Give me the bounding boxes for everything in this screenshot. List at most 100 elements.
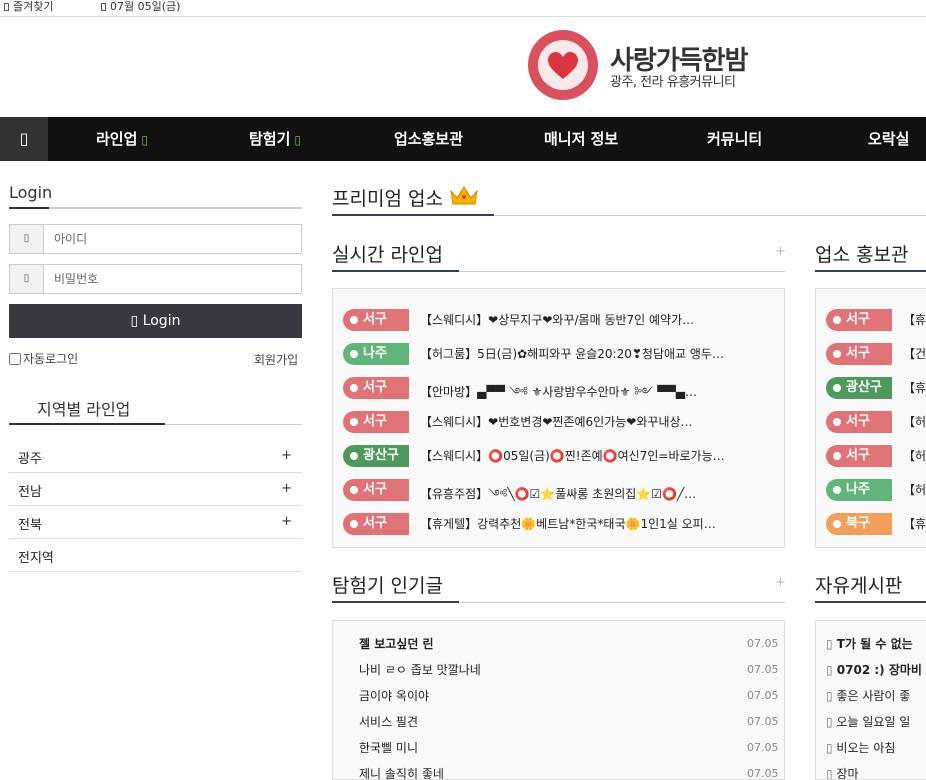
region-badge: 서구 [826,411,892,433]
join-link[interactable]: 회원가입 [254,351,298,368]
lineup-row[interactable]: 서구 【유흥주점】༺╲⭕☑⭐풀싸롱 초원의집⭐☑⭕╱… [343,479,763,501]
region-badge: 서구 [826,343,892,365]
expand-icon[interactable]: + [281,448,292,463]
nav-label: 업소홍보관 [394,130,464,148]
auto-login[interactable]: 자동로그인 [9,350,78,367]
lineup-row-text: 【휴게텔】강력추천🌼베트남*한국*태국🌼1인1실 오피… [420,517,716,531]
promo-row[interactable]: 서구 【휴게텔】 [826,309,926,331]
promo-row-text: 【허그룸】 [903,483,926,497]
top-bar: 즐겨찾기 07월 05일(금) [0,0,926,17]
lineup-list: 서구 【스웨디시】❤상무지구❤와꾸/몸매 동반7인 예약가… 나주 【허그룸】5日(금… [332,288,785,548]
id-field: ▯ [9,224,302,254]
user-icon: ▯ [10,225,44,253]
nav-label: 탐험기 [249,130,291,148]
lineup-row[interactable]: 나주 【허그룸】5日(금)✿해피와꾸 윤슬20:20❣청담애교 앵두… [343,343,763,365]
freeboard-post[interactable]: ▯ 0702 :) 장마비 [826,661,922,678]
nav-label: 커뮤니티 [707,130,763,148]
region-item-gwangju[interactable]: 광주 + [9,440,302,473]
lineup-row-text: 【유흥주점】༺╲⭕☑⭐풀싸롱 초원의집⭐☑⭕╱… [420,487,697,501]
region-badge: 서구 [343,309,409,331]
region-title: 지역별 라인업 [37,400,131,419]
divider [815,601,926,603]
freeboard-post[interactable]: ▯ 좋은 사람이 좋 [826,687,910,704]
popular-post-title[interactable]: 서비스 필견 [359,713,418,730]
nav-item-arcade[interactable]: 오락실 [868,117,909,161]
region-badge: 북구 [826,513,892,535]
popular-post-title[interactable]: 금이야 옥이야 [359,687,429,704]
freeboard-post[interactable]: ▯ 장마 [826,765,859,780]
popular-post-date: 07.05 [747,715,779,728]
popular-title: 탐험기 인기글 [332,575,443,597]
password-field: ▯ [9,264,302,294]
home-icon[interactable]: ▯ [0,117,48,161]
lineup-row[interactable]: 서구 【안마방】▄▀▀ ༺ ⚜사랑밤우수안마⚜ ༻ ▀▀▄… [343,377,763,399]
today-date: 07월 05일(금) [101,0,180,13]
lineup-row-text: 【안마방】▄▀▀ ༺ ⚜사랑밤우수안마⚜ ༻ ▀▀▄… [420,385,697,399]
premium-title-text: 프리미엄 업소 [332,188,443,210]
region-item-jeonnam[interactable]: 전남 + [9,473,302,506]
nav-item-promo[interactable]: 업소홍보관 [394,117,463,161]
login-title: Login [9,183,53,202]
promo-row-text: 【허그룸】 [903,415,926,429]
site-logo[interactable]: 사랑가득한밤 광주, 전라 유흥커뮤니티 [528,30,768,102]
promo-row[interactable]: 북구 【휴게텔】 [826,513,926,535]
password-input[interactable] [54,269,294,289]
lineup-row[interactable]: 서구 【휴게텔】강력추천🌼베트남*한국*태국🌼1인1실 오피… [343,513,763,535]
nav-item-lineup[interactable]: 라인업 ▯ [96,117,148,161]
region-badge: 광산구 [343,445,409,467]
promo-row[interactable]: 서구 【허그룸】 [826,411,926,433]
favorites-link[interactable]: 즐겨찾기 [4,0,53,13]
popular-post-title[interactable]: 한국삘 미니 [359,739,418,756]
post-icon: ▯ [826,663,837,677]
divider [332,214,926,216]
popular-post-title[interactable]: 나비 ㄹㅇ 좁보 맛깔나네 [359,661,481,678]
lineup-title: 실시간 라인업 [332,244,443,266]
freeboard-post[interactable]: ▯ 비오는 아침 [826,739,895,756]
freeboard-post-title: 비오는 아침 [836,741,896,755]
post-icon: ▯ [826,689,837,703]
freeboard-post[interactable]: ▯ 오늘 일요일 일 [826,713,910,730]
popular-more-button[interactable]: + [775,575,786,590]
promo-row[interactable]: 서구 【건마】 [826,343,926,365]
popular-post-date: 07.05 [747,741,779,754]
lineup-row[interactable]: 광산구 【스웨디시】⭕05일(금)⭕찐!존예⭕여신7인=바로가능… [343,445,763,467]
region-label: 전북 [18,518,42,533]
login-button[interactable]: ▯ Login [9,304,302,338]
post-icon: ▯ [826,741,837,755]
promo-row[interactable]: 나주 【허그룸】 [826,479,926,501]
popular-post-title[interactable]: 제니 솔직히 좋네 [359,765,444,779]
promo-row[interactable]: 광산구 【휴게텔】 [826,377,926,399]
main-nav: ▯ 라인업 ▯ 탐험기 ▯ 업소홍보관 매니저 정보 커뮤니티 오락실 [0,117,926,161]
lineup-row[interactable]: 서구 【스웨디시】❤번호변경❤찐존예6인가능❤와꾸내상… [343,411,763,433]
promo-title: 업소 홍보관 [815,244,909,266]
divider [332,601,785,603]
id-input[interactable] [54,229,294,249]
lineup-more-button[interactable]: + [775,244,786,259]
lineup-row-text: 【허그룸】5日(금)✿해피와꾸 윤슬20:20❣청담애교 앵두… [420,347,724,361]
freeboard-post-title: 0702 :) 장마비 [836,663,922,677]
popular-list: 젤 보고싶던 린 07.05 나비 ㄹㅇ 좁보 맛깔나네 07.05 금이야 옥이야 07… [332,620,785,780]
heart-logo-icon [528,30,598,100]
nav-item-manager[interactable]: 매니저 정보 [544,117,618,161]
popular-post-title[interactable]: 젤 보고싶던 린 [359,635,434,652]
region-item-jeonbuk[interactable]: 전북 + [9,506,302,539]
popular-post-date: 07.05 [747,663,779,676]
expand-icon[interactable]: + [281,514,292,529]
expand-icon[interactable]: + [281,481,292,496]
region-badge: 서구 [826,309,892,331]
auto-login-checkbox[interactable] [9,353,21,365]
promo-row[interactable]: 서구 【허그룸】 [826,445,926,467]
nav-item-explore[interactable]: 탐험기 ▯ [249,117,301,161]
lineup-row-text: 【스웨디시】❤상무지구❤와꾸/몸매 동반7인 예약가… [420,313,695,327]
region-badge: 나주 [343,343,409,365]
lineup-row[interactable]: 서구 【스웨디시】❤상무지구❤와꾸/몸매 동반7인 예약가… [343,309,763,331]
freeboard-post[interactable]: ▯ T가 될 수 없는 [826,635,913,652]
region-item-all[interactable]: 전지역 [9,539,302,572]
region-label: 전남 [18,485,42,500]
divider [332,270,785,272]
site-subtitle: 광주, 전라 유흥커뮤니티 [610,75,736,90]
nav-item-community[interactable]: 커뮤니티 [707,117,762,161]
post-icon: ▯ [826,767,837,780]
freeboard-list: ▯ T가 될 수 없는 ▯ 0702 :) 장마비 ▯ 좋은 사람이 좋 ▯ 오늘 일… [815,620,926,780]
divider [815,270,926,272]
